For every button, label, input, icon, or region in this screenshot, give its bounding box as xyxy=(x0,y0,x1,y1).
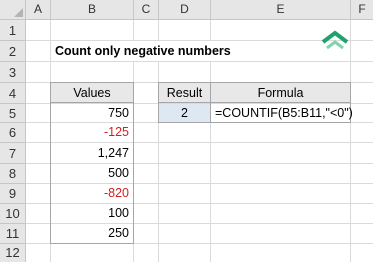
row-header-3[interactable]: 3 xyxy=(0,62,26,83)
spreadsheet: A B C D E F 1 2 3 4 5 6 7 8 9 10 11 12 C… xyxy=(0,0,373,262)
row-header-1[interactable]: 1 xyxy=(0,20,26,41)
row-header-12[interactable]: 12 xyxy=(0,244,26,262)
value-cell[interactable]: 1,247 xyxy=(51,143,133,163)
gridline xyxy=(133,20,134,41)
row-header-6[interactable]: 6 xyxy=(0,123,26,143)
row-header-4[interactable]: 4 xyxy=(0,83,26,104)
row-header-7[interactable]: 7 xyxy=(0,143,26,164)
col-header-c[interactable]: C xyxy=(134,0,159,20)
gridline xyxy=(350,20,351,262)
value-cell[interactable]: 250 xyxy=(51,224,133,243)
row-header-11[interactable]: 11 xyxy=(0,224,26,244)
col-header-f[interactable]: F xyxy=(351,0,373,20)
values-header[interactable]: Values xyxy=(51,83,133,103)
chevron-up-logo-icon xyxy=(321,30,349,50)
col-header-e[interactable]: E xyxy=(211,0,351,20)
value-cell-negative[interactable]: -820 xyxy=(51,184,133,203)
select-all-corner[interactable] xyxy=(0,0,26,20)
value-cell[interactable]: 500 xyxy=(51,164,133,183)
gridline xyxy=(26,61,373,62)
row-header-2[interactable]: 2 xyxy=(0,41,26,62)
result-header[interactable]: Result xyxy=(159,83,210,103)
select-all-triangle-icon xyxy=(14,8,23,17)
row-header-10[interactable]: 10 xyxy=(0,204,26,224)
col-header-a[interactable]: A xyxy=(26,0,51,20)
value-cell[interactable]: 750 xyxy=(51,104,133,122)
formula-header[interactable]: Formula xyxy=(211,83,350,103)
value-cell-negative[interactable]: -125 xyxy=(51,123,133,142)
gridline xyxy=(210,20,211,41)
col-header-d[interactable]: D xyxy=(159,0,211,20)
row-header-5[interactable]: 5 xyxy=(0,104,26,123)
gridline xyxy=(158,20,159,41)
row-header-9[interactable]: 9 xyxy=(0,184,26,204)
row-header-8[interactable]: 8 xyxy=(0,164,26,184)
value-cell[interactable]: 100 xyxy=(51,204,133,223)
sheet-title[interactable]: Count only negative numbers xyxy=(51,41,235,61)
result-value-cell[interactable]: 2 xyxy=(159,104,210,122)
col-header-b[interactable]: B xyxy=(51,0,134,20)
formula-text-cell[interactable]: =COUNTIF(B5:B11,"<0") xyxy=(211,104,353,122)
